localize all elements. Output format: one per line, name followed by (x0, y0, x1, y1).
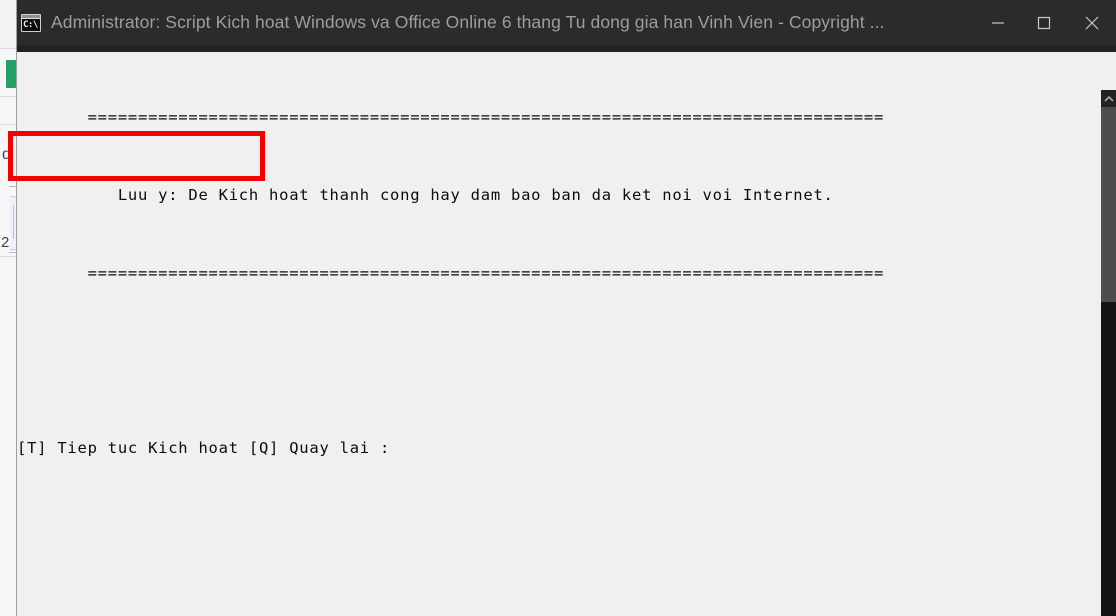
console-scrollbar[interactable] (1101, 90, 1116, 616)
minimize-icon (992, 21, 1004, 24)
background-app-cell-glyph: d (2, 146, 11, 163)
background-app-cell-edge-2 (9, 252, 16, 253)
window-controls (975, 0, 1116, 45)
console-line-note: Luu y: De Kich hoat thanh cong hay dam b… (17, 186, 834, 204)
background-app-divider-1 (0, 48, 16, 49)
console-prompt-line[interactable]: [T] Tiep tuc Kich hoat [Q] Quay lai : (17, 435, 1101, 461)
maximize-button[interactable] (1021, 0, 1067, 45)
close-button[interactable] (1067, 0, 1116, 45)
cmd-icon-text: C:\ (23, 19, 38, 30)
background-app-accent-tab[interactable] (6, 60, 16, 88)
console-line-separator-bottom: ========================================… (17, 264, 885, 282)
console-top-band (17, 45, 1116, 52)
scroll-up-arrow[interactable] (1101, 90, 1116, 107)
console-window: C:\ Administrator: Script Kich hoat Wind… (16, 0, 1116, 616)
cmd-console-icon: C:\ (21, 13, 41, 32)
close-icon (1085, 16, 1099, 29)
chevron-up-icon (1104, 95, 1114, 102)
background-app-column-separator (13, 205, 14, 239)
background-app-strip[interactable]: d 2 (0, 0, 16, 616)
background-app-cell-edge-1 (9, 186, 16, 187)
background-app-divider-2 (0, 96, 16, 97)
minimize-button[interactable] (975, 0, 1021, 45)
background-app-row-number: 2 (1, 234, 10, 251)
console-text-block: ========================================… (17, 52, 1101, 513)
title-bar[interactable]: C:\ Administrator: Script Kich hoat Wind… (17, 0, 1116, 45)
background-app-ribbon (0, 0, 16, 48)
screen: d 2 C:\ Administrator: Script Kich hoat … (0, 0, 1116, 616)
console-line-separator-top: ========================================… (17, 108, 885, 126)
window-title: Administrator: Script Kich hoat Windows … (51, 12, 885, 32)
background-app-divider-3 (0, 124, 16, 125)
maximize-icon (1037, 16, 1051, 29)
console-output-area[interactable]: ========================================… (17, 45, 1116, 616)
background-app-divider-4 (0, 256, 16, 257)
scroll-thumb[interactable] (1101, 107, 1116, 302)
